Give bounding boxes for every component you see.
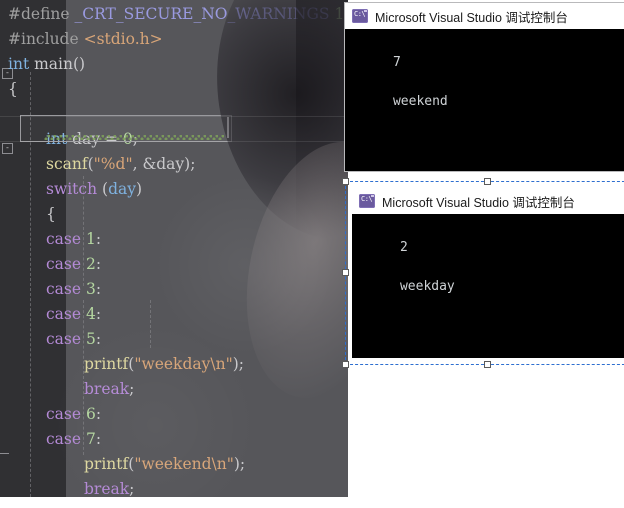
code-token: 1 bbox=[334, 5, 345, 23]
console-title: Microsoft Visual Studio 调试控制台 bbox=[382, 195, 575, 210]
code-token: 3 bbox=[86, 280, 96, 298]
code-token: switch bbox=[46, 180, 98, 198]
code-token: 6 bbox=[86, 405, 96, 423]
code-token: break bbox=[84, 380, 130, 398]
code-token: scanf bbox=[46, 155, 88, 173]
window-bottom-strip bbox=[0, 497, 348, 508]
code-line[interactable]: case 7: bbox=[0, 427, 348, 452]
code-token: ); bbox=[233, 455, 246, 473]
code-line[interactable]: printf("weekend\n"); bbox=[0, 452, 348, 477]
console-line: C:\Users\Administrator\Desktop bbox=[400, 357, 624, 359]
code-token: : bbox=[95, 305, 102, 323]
code-line[interactable]: #include <stdio.h> bbox=[0, 27, 348, 52]
code-token: 7 bbox=[86, 430, 96, 448]
code-line[interactable]: case 4: bbox=[0, 302, 348, 327]
code-line[interactable]: scanf("%d", &day); bbox=[0, 152, 348, 177]
code-token: #define bbox=[8, 5, 70, 23]
code-token: int bbox=[8, 55, 30, 73]
code-token: : bbox=[95, 255, 102, 273]
code-token: { bbox=[8, 80, 18, 98]
code-token: case bbox=[46, 255, 82, 273]
code-token: { bbox=[46, 205, 56, 223]
code-token: _CRT_SECURE_NO_WARNINGS bbox=[74, 5, 330, 23]
code-token: "%d" bbox=[93, 155, 133, 173]
monitor-edge-line bbox=[0, 116, 348, 117]
console-line: weekend bbox=[392, 93, 448, 109]
console-line: 2 bbox=[399, 239, 408, 255]
code-token: 2 bbox=[86, 255, 96, 273]
code-token: day bbox=[108, 180, 136, 198]
code-line[interactable]: int main() bbox=[0, 52, 348, 77]
code-line[interactable]: case 5: bbox=[0, 327, 348, 352]
code-line[interactable]: #define _CRT_SECURE_NO_WARNINGS 1 bbox=[0, 2, 348, 27]
code-line[interactable]: case 1: bbox=[0, 227, 348, 252]
code-token: ; bbox=[129, 380, 135, 398]
code-token: : bbox=[95, 230, 102, 248]
console-titlebar[interactable]: Microsoft Visual Studio 调试控制台 bbox=[345, 3, 624, 29]
code-token: case bbox=[46, 430, 82, 448]
code-line[interactable]: printf("weekday\n"); bbox=[0, 352, 348, 377]
console-output: 2 weekday C:\Users\Administrator\Desktop… bbox=[352, 214, 624, 359]
console-line: weekday bbox=[399, 278, 455, 294]
code-token: case bbox=[46, 230, 82, 248]
code-text[interactable]: #define _CRT_SECURE_NO_WARNINGS 1 #includ… bbox=[0, 0, 348, 497]
code-token: ) bbox=[135, 180, 143, 198]
code-token: 5 bbox=[86, 330, 96, 348]
code-line[interactable]: case 2: bbox=[0, 252, 348, 277]
code-line[interactable]: { bbox=[0, 77, 348, 102]
code-token: case bbox=[46, 330, 82, 348]
code-token: "weekend\n" bbox=[134, 455, 234, 473]
code-token: ; bbox=[129, 480, 135, 497]
code-editor-panel[interactable]: - - #define _CRT_SECURE_NO_WARNINGS 1 #in… bbox=[0, 0, 348, 497]
console-output: 7 weekend C:\Users\Administrator\Desktop… bbox=[345, 29, 624, 171]
code-token: printf bbox=[84, 455, 129, 473]
code-token: ( bbox=[97, 180, 109, 198]
code-token: : bbox=[95, 330, 102, 348]
code-token: case bbox=[46, 280, 82, 298]
monitor-edge-line bbox=[0, 141, 348, 142]
code-token: : bbox=[95, 430, 102, 448]
console-line: 7 bbox=[392, 54, 401, 70]
code-line[interactable]: case 6: bbox=[0, 402, 348, 427]
code-token: main() bbox=[29, 55, 86, 73]
code-token: "weekday\n" bbox=[134, 355, 233, 373]
console-title: Microsoft Visual Studio 调试控制台 bbox=[375, 10, 568, 25]
code-line[interactable]: switch (day) bbox=[0, 177, 348, 202]
text-caret bbox=[227, 117, 229, 138]
code-token: 4 bbox=[86, 305, 96, 323]
console-window-weekday[interactable]: Microsoft Visual Studio 调试控制台 2 weekday … bbox=[352, 188, 624, 358]
code-line[interactable]: break; bbox=[0, 377, 348, 402]
code-token: case bbox=[46, 405, 82, 423]
code-token: break bbox=[84, 480, 130, 497]
screenshot-root: - - #define _CRT_SECURE_NO_WARNINGS 1 #in… bbox=[0, 0, 624, 508]
code-token: ); bbox=[232, 355, 244, 373]
cmd-console-icon bbox=[359, 194, 375, 208]
code-line[interactable]: case 3: bbox=[0, 277, 348, 302]
console-window-weekend[interactable]: Microsoft Visual Studio 调试控制台 7 weekend … bbox=[345, 3, 624, 171]
code-token: , &day); bbox=[132, 155, 196, 173]
code-line[interactable]: break; bbox=[0, 477, 348, 497]
console-titlebar[interactable]: Microsoft Visual Studio 调试控制台 bbox=[352, 188, 624, 214]
code-token: case bbox=[46, 305, 82, 323]
code-token: 1 bbox=[86, 230, 96, 248]
code-token: #include bbox=[8, 30, 79, 48]
error-squiggle-underline bbox=[44, 135, 224, 140]
code-token: : bbox=[95, 405, 102, 423]
code-token: <stdio.h> bbox=[83, 30, 163, 48]
cmd-console-icon bbox=[352, 9, 368, 23]
code-token: : bbox=[95, 280, 102, 298]
code-line[interactable]: { bbox=[0, 202, 348, 227]
code-token: printf bbox=[84, 355, 129, 373]
